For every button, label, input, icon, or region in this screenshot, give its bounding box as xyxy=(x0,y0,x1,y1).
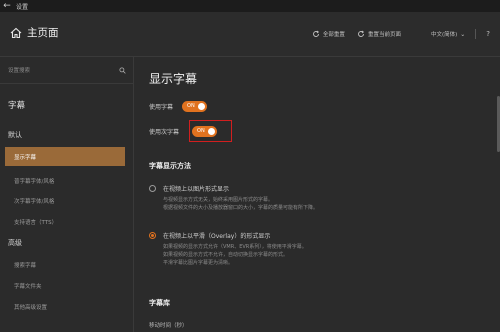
settings-search-input[interactable]: 设置搜索 xyxy=(8,63,126,77)
home-button[interactable]: 主页面 xyxy=(10,25,59,40)
language-select[interactable]: 中文(简体) ⌄ xyxy=(430,30,466,39)
page-title: 显示字幕 xyxy=(149,72,198,86)
sidebar-item-show-subtitles[interactable]: 显示字幕 xyxy=(5,147,125,166)
refresh-icon xyxy=(358,30,364,37)
home-icon xyxy=(10,27,22,38)
group-label-advanced: 高级 xyxy=(8,239,22,247)
desc-line: 根据视频文件的大小及播放器窗口的大小，字幕的质量可能有所下降。 xyxy=(163,205,319,211)
language-label: 中文(简体) xyxy=(430,32,458,38)
display-method-heading: 字幕显示方法 xyxy=(149,162,191,170)
sidebar-item-other-advanced[interactable]: 其他高级设置 xyxy=(5,297,125,316)
reset-all-label: 全部重置 xyxy=(322,32,345,38)
sidebar-item-tts[interactable]: 支持语言（TTS） xyxy=(5,212,125,231)
search-placeholder: 设置搜索 xyxy=(8,68,31,74)
divider xyxy=(0,83,133,84)
reset-page-label: 重置当前页面 xyxy=(367,32,401,38)
use-subtitles-toggle[interactable]: ON xyxy=(182,101,208,112)
desc-line: 与视频显示方式无关，始终采用图片形式的字幕。 xyxy=(163,197,274,203)
desc-line: 平滑字幕比图片字幕更为清晰。 xyxy=(163,260,234,266)
radio-button-selected[interactable] xyxy=(149,232,156,239)
radio-button[interactable] xyxy=(149,185,156,192)
option-overlay-display[interactable]: 在视频上以平滑（Overlay）的形式显示 xyxy=(149,231,270,240)
desc-line: 如果视频的显示方式允许（VMR、EVR系列），将使用平滑字幕。 xyxy=(163,244,307,250)
refresh-icon xyxy=(313,30,319,37)
search-icon[interactable] xyxy=(119,66,126,74)
sidebar: 设置搜索 字幕 默认 显示字幕 普字幕字体/风格 次字幕字体/风格 支持语言（T… xyxy=(0,57,134,332)
use-subtitles-row: 使用字幕 ON xyxy=(149,101,208,112)
option-image-display[interactable]: 在视频上以图片形式显示 xyxy=(149,184,229,193)
reset-page-button[interactable]: 重置当前页面 xyxy=(357,30,401,38)
sidebar-item-secondary-font[interactable]: 次字幕字体/风格 xyxy=(5,191,125,210)
desc-line: 如果视频的显示方式不允许，自动切换显示字幕的形式。 xyxy=(163,252,289,258)
group-label-default: 默认 xyxy=(8,131,22,139)
option-label: 在视频上以图片形式显示 xyxy=(163,186,230,193)
option-description: 与视频显示方式无关，始终采用图片形式的字幕。 根据视频文件的大小及播放器窗口的大… xyxy=(163,196,318,212)
help-button[interactable]: ? xyxy=(486,30,490,38)
use-subtitles-label: 使用字幕 xyxy=(149,104,174,111)
back-arrow-icon[interactable]: ← xyxy=(0,0,14,12)
page-header: 主页面 全部重置 重置当前页面 中文(简体) ⌄ ? xyxy=(0,12,500,57)
sidebar-item-search-subtitles[interactable]: 搜索字幕 xyxy=(5,255,125,274)
settings-content: 显示字幕 使用字幕 ON 使用次字幕 ON 字幕显示方法 在视频上以图片形式显示… xyxy=(135,57,500,332)
chevron-down-icon: ⌄ xyxy=(460,30,466,38)
toggle-state: ON xyxy=(187,103,195,109)
divider xyxy=(475,29,477,39)
sidebar-item-subtitle-folder[interactable]: 字幕文件夹 xyxy=(5,276,125,295)
use-secondary-subtitles-label: 使用次字幕 xyxy=(149,129,180,136)
option-description: 如果视频的显示方式允许（VMR、EVR系列），将使用平滑字幕。 如果视频的显示方… xyxy=(163,243,307,267)
home-label: 主页面 xyxy=(27,27,59,39)
subtitle-library-heading: 字幕库 xyxy=(149,299,170,307)
window-title: 设置 xyxy=(16,3,29,11)
toggle-knob xyxy=(198,103,206,110)
window-titlebar: ← 设置 xyxy=(0,0,500,12)
highlight-box xyxy=(189,120,232,142)
move-time-label: 移动时间（秒） xyxy=(149,323,188,329)
sidebar-item-primary-font[interactable]: 普字幕字体/风格 xyxy=(5,171,125,190)
option-label: 在视频上以平滑（Overlay）的形式显示 xyxy=(163,233,271,240)
category-title: 字幕 xyxy=(8,101,26,111)
reset-all-button[interactable]: 全部重置 xyxy=(312,30,345,38)
